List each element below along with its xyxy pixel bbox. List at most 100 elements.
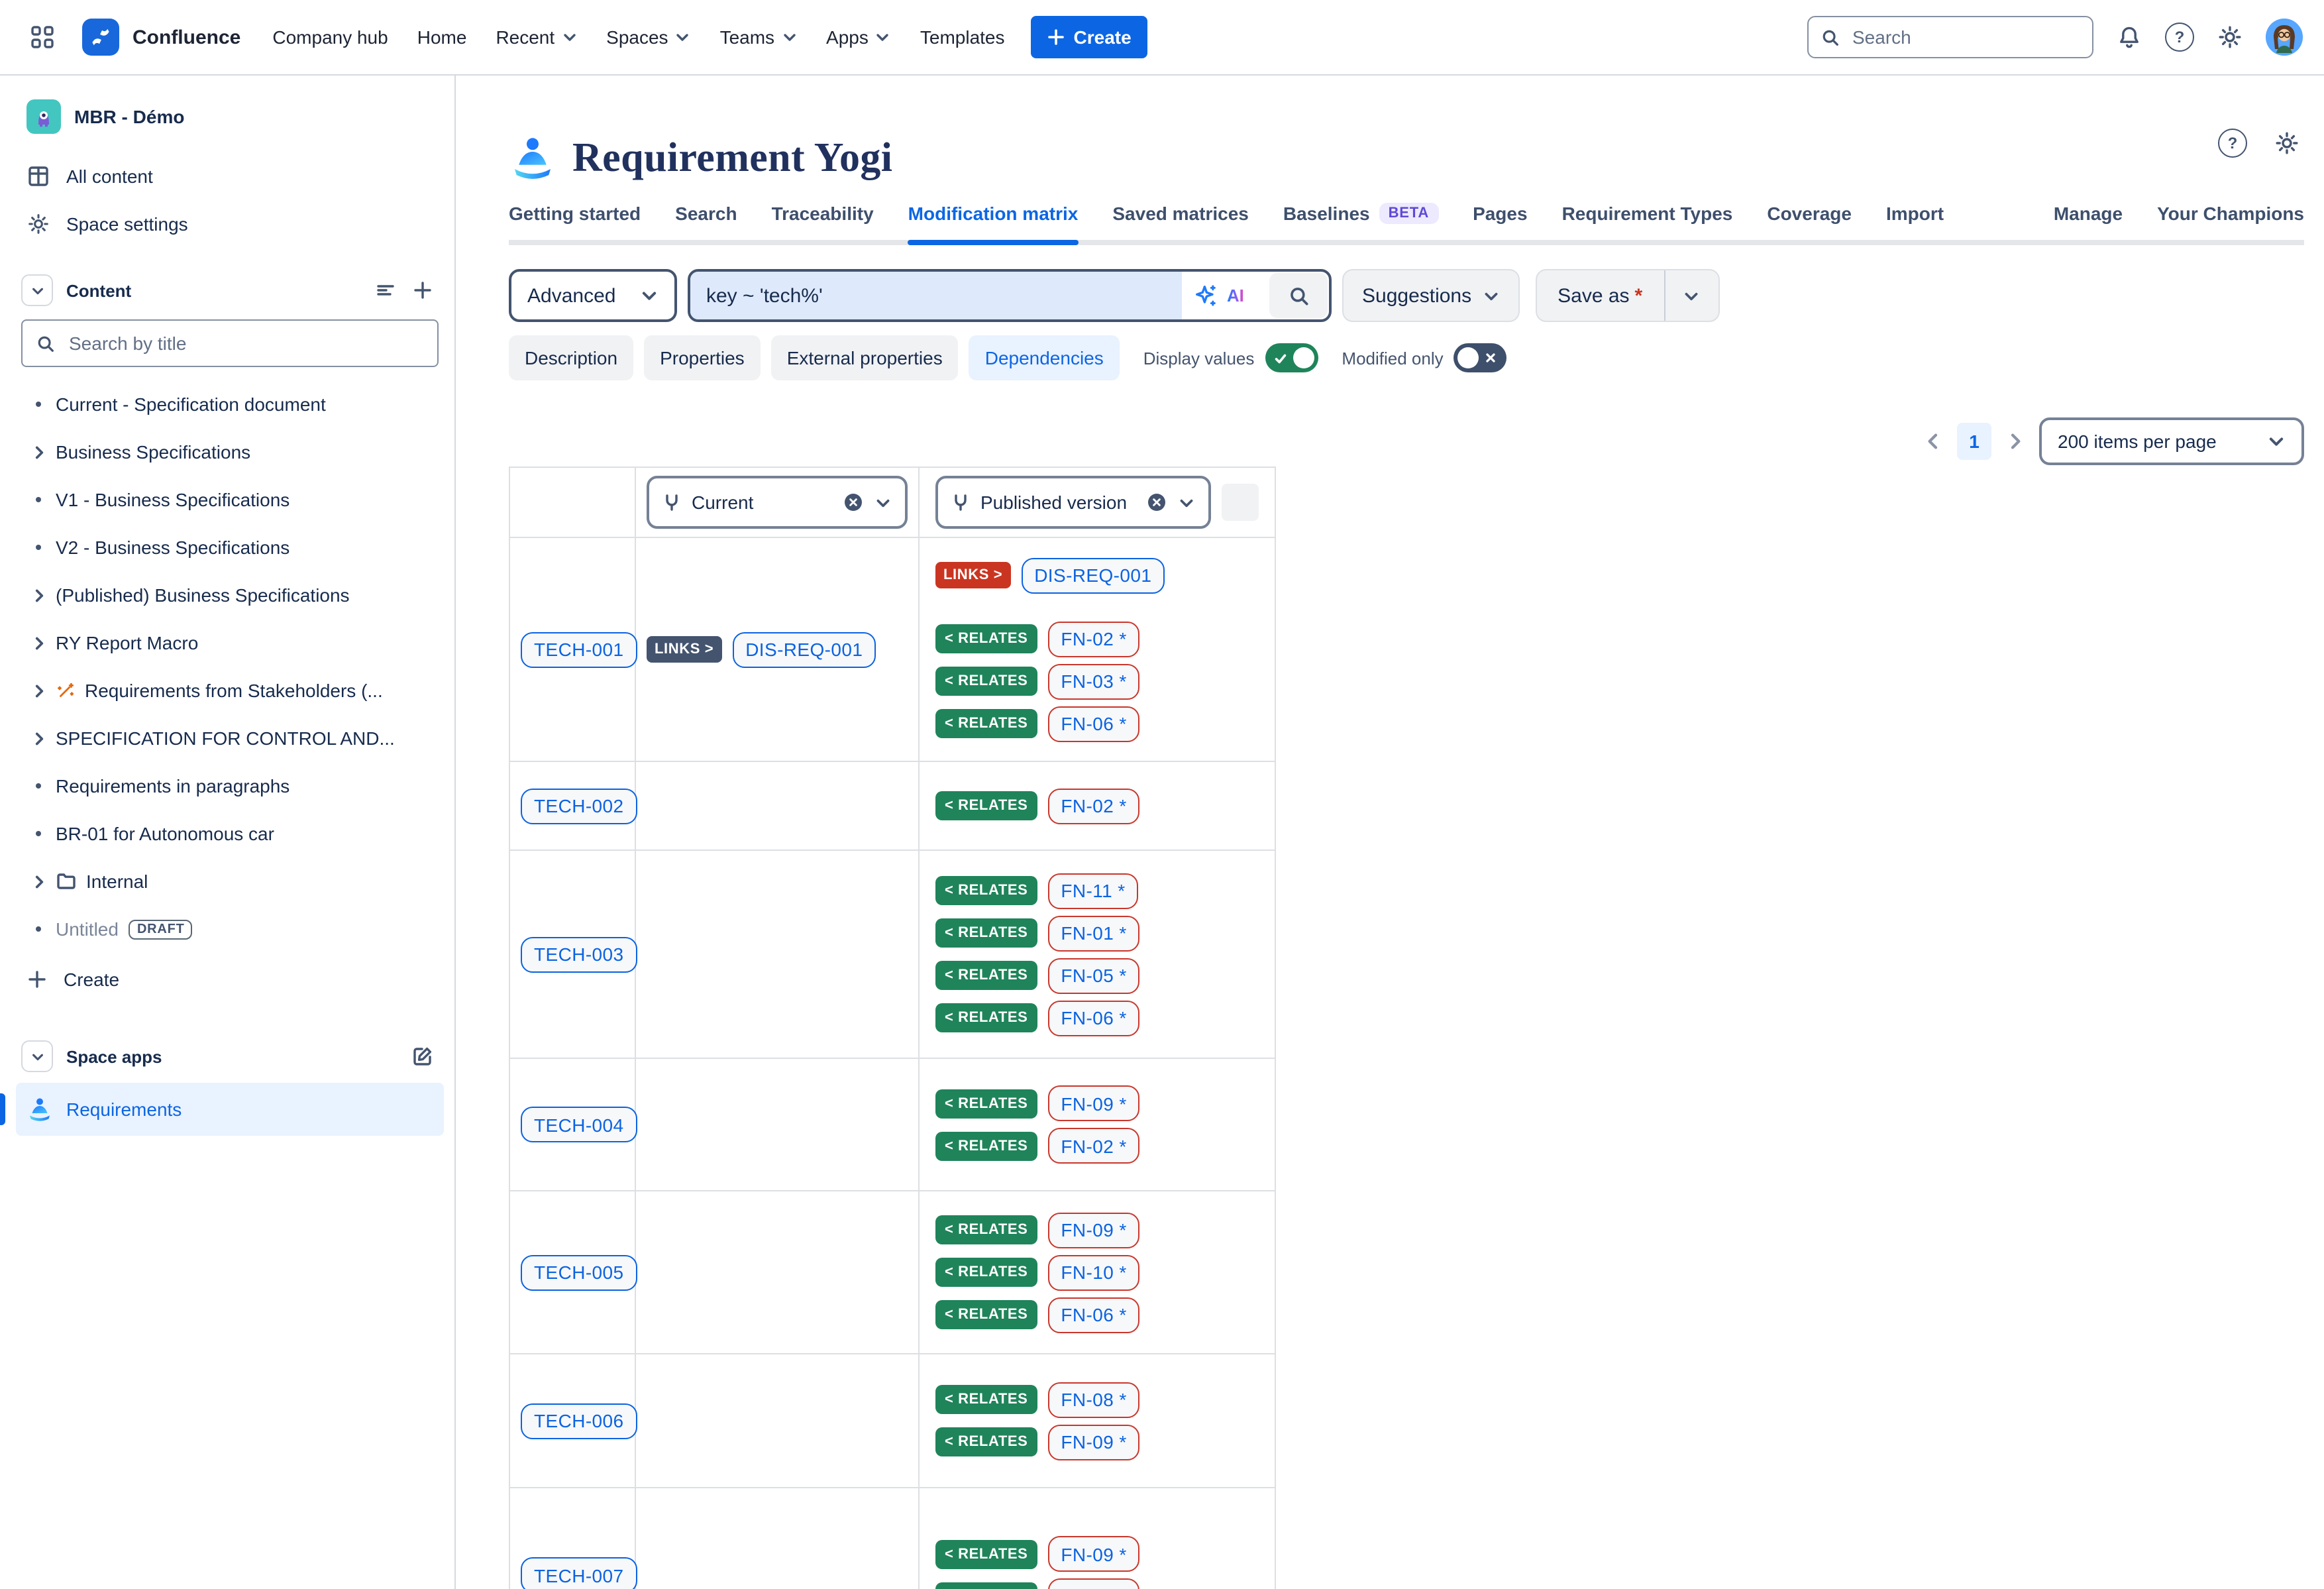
sidebar-search[interactable] [21,319,439,367]
page-number[interactable]: 1 [1957,423,1991,460]
edit-icon[interactable] [412,1046,433,1067]
help-icon[interactable]: ? [2165,23,2194,52]
tab-coverage[interactable]: Coverage [1767,203,1852,240]
requirement-key-pill[interactable]: TECH-005 [521,1254,637,1290]
global-search-field[interactable] [1850,25,2040,49]
related-requirement-pill[interactable]: FN-11 * [1047,873,1138,908]
related-requirement-pill[interactable]: FN-09 * [1047,1424,1139,1460]
page-item-requirements-in-paragraphs[interactable]: Requirements in paragraphs [16,762,444,810]
page-item-ry-report-macro[interactable]: RY Report Macro [16,619,444,667]
confluence-logo-icon[interactable] [82,19,119,56]
tab-pages[interactable]: Pages [1473,203,1528,240]
chevron-right-icon[interactable] [21,443,56,461]
notifications-bell-icon[interactable] [2116,24,2142,50]
add-column-button[interactable] [1222,484,1259,521]
page-item-br-01-autonomous-car[interactable]: BR-01 for Autonomous car [16,810,444,857]
save-as-button[interactable]: Save as* [1536,270,1664,321]
items-per-page-select[interactable]: 200 items per page [2039,417,2304,465]
tab-saved-matrices[interactable]: Saved matrices [1112,203,1248,240]
previous-page-icon[interactable] [1923,431,1944,452]
related-requirement-pill[interactable]: FN-09 * [1047,1212,1139,1248]
clear-column-icon[interactable] [843,492,864,513]
nav-spaces[interactable]: Spaces [606,27,690,48]
tab-manage[interactable]: Manage [2054,203,2123,240]
related-requirement-pill[interactable]: FN-08 * [1047,1382,1139,1417]
add-content-icon[interactable] [412,280,433,301]
space-apps-collapse-chevron-icon[interactable] [21,1040,53,1072]
nav-teams[interactable]: Teams [720,27,797,48]
related-requirement-pill[interactable]: FN-05 * [1047,958,1139,993]
linked-requirement-pill[interactable]: DIS-REQ-001 [732,631,876,667]
chevron-right-icon[interactable] [21,873,56,890]
tab-modification-matrix[interactable]: Modification matrix [908,203,1079,240]
modified-only-toggle[interactable] [1454,343,1507,372]
tab-requirement-types[interactable]: Requirement Types [1562,203,1733,240]
related-requirement-pill[interactable]: FN-04 * [1047,1578,1139,1589]
run-search-button[interactable] [1269,273,1328,318]
sidebar-search-field[interactable] [66,331,376,355]
chevron-right-icon[interactable] [21,682,56,699]
app-help-icon[interactable]: ? [2218,129,2247,158]
page-item-v1-business-specifications[interactable]: V1 - Business Specifications [16,476,444,523]
related-requirement-pill[interactable]: FN-01 * [1047,915,1139,951]
related-requirement-pill[interactable]: FN-02 * [1047,788,1139,824]
page-item-internal[interactable]: Internal [16,857,444,905]
query-text[interactable]: key ~ 'tech%' [690,272,1182,319]
clear-column-icon[interactable] [1146,492,1167,513]
page-item-current-specification[interactable]: Current - Specification document [16,380,444,428]
sidebar-create-button[interactable]: Create [16,956,444,1003]
chevron-right-icon[interactable] [21,586,56,604]
content-collapse-chevron-icon[interactable] [21,274,53,306]
create-button[interactable]: Create [1031,16,1147,58]
page-item-v2-business-specifications[interactable]: V2 - Business Specifications [16,523,444,571]
app-switcher-icon[interactable] [21,16,64,58]
nav-templates[interactable]: Templates [920,27,1005,48]
tab-traceability[interactable]: Traceability [772,203,874,240]
requirement-key-pill[interactable]: TECH-002 [521,788,637,824]
page-item-specification-for-control[interactable]: SPECIFICATION FOR CONTROL AND... [16,714,444,762]
chevron-right-icon[interactable] [21,730,56,747]
space-header[interactable]: MBR - Démo [16,94,444,152]
tab-your-champions[interactable]: Your Champions [2157,203,2304,240]
requirement-key-pill[interactable]: TECH-004 [521,1107,637,1142]
requirement-key-pill[interactable]: TECH-007 [521,1557,637,1589]
chip-properties[interactable]: Properties [644,335,761,380]
tab-getting-started[interactable]: Getting started [509,203,641,240]
query-input[interactable]: key ~ 'tech%' AI [688,269,1332,322]
nav-apps[interactable]: Apps [826,27,891,48]
page-item-published-business-specifications[interactable]: (Published) Business Specifications [16,571,444,619]
related-requirement-pill[interactable]: FN-09 * [1047,1085,1139,1121]
query-mode-select[interactable]: Advanced [509,269,677,322]
display-values-toggle[interactable] [1265,343,1318,372]
linked-requirement-pill[interactable]: DIS-REQ-001 [1021,557,1165,593]
related-requirement-pill[interactable]: FN-06 * [1047,1297,1139,1333]
app-settings-gear-icon[interactable] [2274,130,2300,156]
page-item-untitled-draft[interactable]: UntitledDRAFT [16,905,444,953]
requirement-key-pill[interactable]: TECH-006 [521,1403,637,1439]
related-requirement-pill[interactable]: FN-03 * [1047,663,1139,699]
filter-icon[interactable] [375,280,396,301]
related-requirement-pill[interactable]: FN-02 * [1047,621,1139,657]
tab-baselines[interactable]: BaselinesBETA [1283,203,1438,240]
requirement-key-pill[interactable]: TECH-003 [521,936,637,972]
related-requirement-pill[interactable]: FN-06 * [1047,1000,1139,1036]
sidebar-item-all-content[interactable]: All content [16,152,444,200]
chevron-right-icon[interactable] [21,634,56,651]
chip-dependencies[interactable]: Dependencies [969,335,1120,380]
nav-recent[interactable]: Recent [496,27,577,48]
related-requirement-pill[interactable]: FN-02 * [1047,1128,1139,1164]
related-requirement-pill[interactable]: FN-10 * [1047,1254,1139,1290]
related-requirement-pill[interactable]: FN-09 * [1047,1536,1139,1572]
global-search-input[interactable] [1807,16,2093,58]
chip-external-properties[interactable]: External properties [771,335,959,380]
page-item-business-specifications[interactable]: Business Specifications [16,428,444,476]
column-selector-current[interactable]: Current [647,476,908,529]
save-as-dropdown-button[interactable] [1665,270,1718,321]
nav-company-hub[interactable]: Company hub [272,27,388,48]
next-page-icon[interactable] [2005,431,2026,452]
page-item-requirements-from-stakeholders[interactable]: Requirements from Stakeholders (... [16,667,444,714]
ai-assist-button[interactable]: AI [1182,282,1269,309]
chip-description[interactable]: Description [509,335,633,380]
sidebar-item-requirements[interactable]: Requirements [16,1083,444,1136]
suggestions-button[interactable]: Suggestions [1342,269,1519,322]
